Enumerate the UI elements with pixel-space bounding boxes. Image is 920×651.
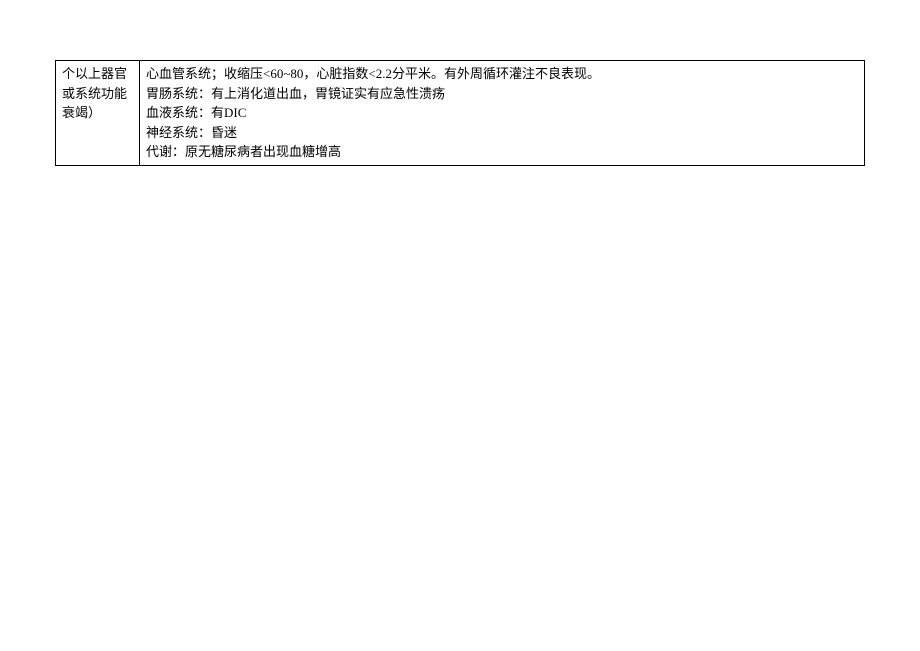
left-line-1: 个以上器官 <box>62 64 133 84</box>
document-page: 个以上器官 或系统功能 衰竭） 心血管系统；收缩压<60~80，心脏指数<2.2… <box>0 0 920 166</box>
right-line-4: 神经系统：昏迷 <box>146 123 858 143</box>
right-line-3: 血液系统：有DIC <box>146 103 858 123</box>
cell-left: 个以上器官 或系统功能 衰竭） <box>56 61 140 166</box>
content-table: 个以上器官 或系统功能 衰竭） 心血管系统；收缩压<60~80，心脏指数<2.2… <box>55 60 865 166</box>
cell-right: 心血管系统；收缩压<60~80，心脏指数<2.2分平米。有外周循环灌注不良表现。… <box>140 61 865 166</box>
left-line-2: 或系统功能 <box>62 84 133 104</box>
left-line-3: 衰竭） <box>62 103 133 123</box>
right-line-5: 代谢：原无糖尿病者出现血糖增高 <box>146 142 858 162</box>
right-line-2: 胃肠系统：有上消化道出血，胃镜证实有应急性溃疡 <box>146 84 858 104</box>
table-row: 个以上器官 或系统功能 衰竭） 心血管系统；收缩压<60~80，心脏指数<2.2… <box>56 61 865 166</box>
right-line-1: 心血管系统；收缩压<60~80，心脏指数<2.2分平米。有外周循环灌注不良表现。 <box>146 64 858 84</box>
